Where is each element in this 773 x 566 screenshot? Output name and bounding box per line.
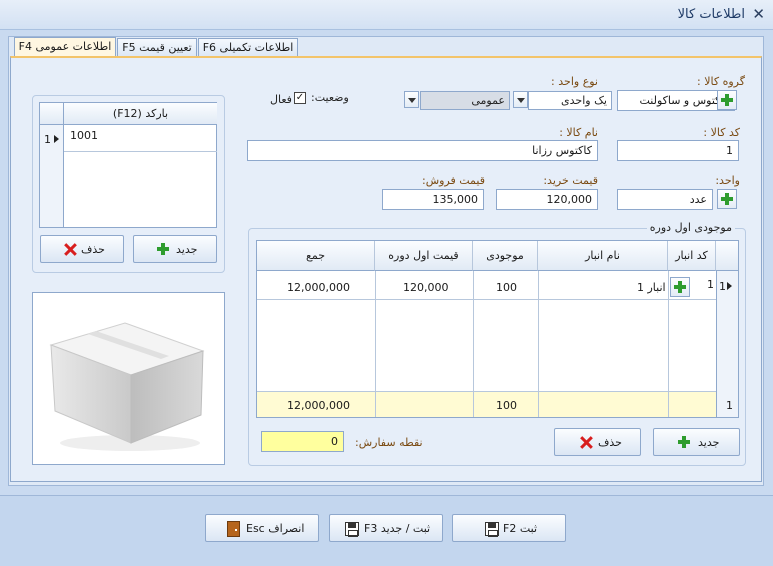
column-header-warehouse-code[interactable]: کد انبار [668, 241, 716, 271]
column-divider [668, 391, 669, 417]
delete-icon [580, 436, 593, 449]
close-icon[interactable]: ✕ [752, 5, 765, 23]
new-stock-button[interactable]: جدید [653, 428, 740, 456]
general-select[interactable]: عمومی [420, 91, 510, 110]
stock-grid[interactable]: جمع قیمت اول دوره موجودی نام انبار کد ان… [256, 240, 739, 418]
plus-icon [675, 433, 695, 453]
product-code-label: کد کالا : [703, 126, 740, 139]
plus-icon [154, 240, 174, 260]
cancel-button[interactable]: انصراف Esc [205, 514, 319, 542]
barcode-value[interactable]: 1001 [70, 129, 98, 142]
plus-icon [721, 193, 733, 205]
new-barcode-button[interactable]: جدید [133, 235, 217, 263]
new-barcode-label: جدید [176, 243, 198, 256]
unit-label: واحد: [715, 174, 740, 187]
product-name-input[interactable]: کاکتوس رزانا [247, 140, 598, 161]
save-button[interactable]: ثبت F2 [452, 514, 566, 542]
reorder-point-input[interactable]: 0 [261, 431, 344, 452]
general-value: عمومی [471, 94, 505, 107]
delete-barcode-button[interactable]: حذف [40, 235, 124, 263]
delete-icon [64, 243, 77, 256]
totals-row-number: 1 [726, 399, 733, 412]
save-icon [485, 522, 499, 537]
warehouse-name-cell[interactable]: انبار 1 [637, 281, 666, 294]
unit-input[interactable]: عدد [617, 189, 713, 210]
opening-stock-label: موجودی اول دوره [646, 221, 735, 234]
delete-stock-label: حذف [598, 436, 622, 449]
product-image[interactable] [32, 292, 225, 465]
reorder-point-label: نقطه سفارش: [355, 436, 423, 449]
buy-price-input[interactable]: 120,000 [496, 189, 598, 210]
product-name-label: نام کالا : [559, 126, 598, 139]
row-number: 1 [719, 280, 726, 293]
product-group-label: گروه کالا : [697, 75, 745, 88]
title-bar [0, 0, 773, 30]
new-stock-label: جدید [698, 436, 720, 449]
tab-general-info[interactable]: اطلاعات عمومی F4 [14, 37, 116, 58]
current-row-icon [54, 135, 59, 143]
plus-icon [674, 281, 686, 293]
column-header-warehouse-name[interactable]: نام انبار [538, 241, 668, 271]
plus-icon [721, 94, 733, 106]
column-divider [375, 391, 376, 417]
buy-price-label: قیمت خرید: [543, 174, 598, 187]
product-code-input[interactable]: 1 [617, 140, 739, 161]
unit-type-value: یک واحدی [561, 94, 607, 107]
column-header-total[interactable]: جمع [257, 241, 375, 271]
quantity-cell[interactable]: 100 [496, 281, 517, 294]
active-checkbox[interactable]: ✓ [294, 92, 306, 104]
column-divider [538, 391, 539, 417]
delete-barcode-label: حذف [81, 243, 105, 256]
row-number: 1 [44, 133, 51, 146]
box-icon [49, 322, 205, 451]
column-divider [473, 391, 474, 417]
sell-price-label: قیمت فروش: [421, 174, 485, 187]
delete-stock-button[interactable]: حذف [554, 428, 641, 456]
add-group-button[interactable] [717, 90, 737, 110]
unit-type-label: نوع واحد : [551, 75, 598, 88]
unit-type-select[interactable]: یک واحدی [528, 91, 612, 110]
save-and-new-label: ثبت / جدید F3 [364, 522, 431, 535]
active-label: فعال [270, 93, 292, 106]
grand-total: 12,000,000 [287, 399, 350, 412]
column-header-quantity[interactable]: موجودی [473, 241, 538, 271]
tab-extra-info[interactable]: اطلاعات تکمیلی F6 [198, 38, 298, 57]
column-header-opening-price[interactable]: قیمت اول دوره [375, 241, 473, 271]
chevron-down-icon[interactable] [513, 91, 528, 108]
row-divider [64, 151, 217, 152]
add-warehouse-button[interactable] [670, 277, 690, 297]
status-label: وضعیت: [311, 91, 349, 104]
chevron-down-icon[interactable] [404, 91, 419, 108]
save-and-new-button[interactable]: ثبت / جدید F3 [329, 514, 443, 542]
sell-price-input[interactable]: 135,000 [382, 189, 484, 210]
window-title: اطلاعات کالا [677, 7, 745, 22]
save-icon [345, 522, 359, 537]
barcode-grid[interactable]: (F12) بارکد 1 1001 [39, 102, 217, 228]
add-unit-button[interactable] [717, 189, 737, 209]
current-row-icon [727, 282, 732, 290]
warehouse-code-cell[interactable]: 1 [707, 278, 714, 291]
tab-pricing[interactable]: تعیین قیمت F5 [117, 38, 197, 57]
row-header-corner [40, 103, 64, 125]
save-label: ثبت F2 [503, 522, 538, 535]
row-header-corner [716, 241, 738, 271]
row-divider [257, 299, 716, 300]
opening-price-cell[interactable]: 120,000 [403, 281, 449, 294]
total-cell[interactable]: 12,000,000 [287, 281, 350, 294]
total-quantity: 100 [496, 399, 517, 412]
exit-door-icon [227, 521, 240, 537]
barcode-column-header[interactable]: (F12) بارکد [64, 103, 217, 125]
cancel-label: انصراف Esc [246, 522, 305, 535]
